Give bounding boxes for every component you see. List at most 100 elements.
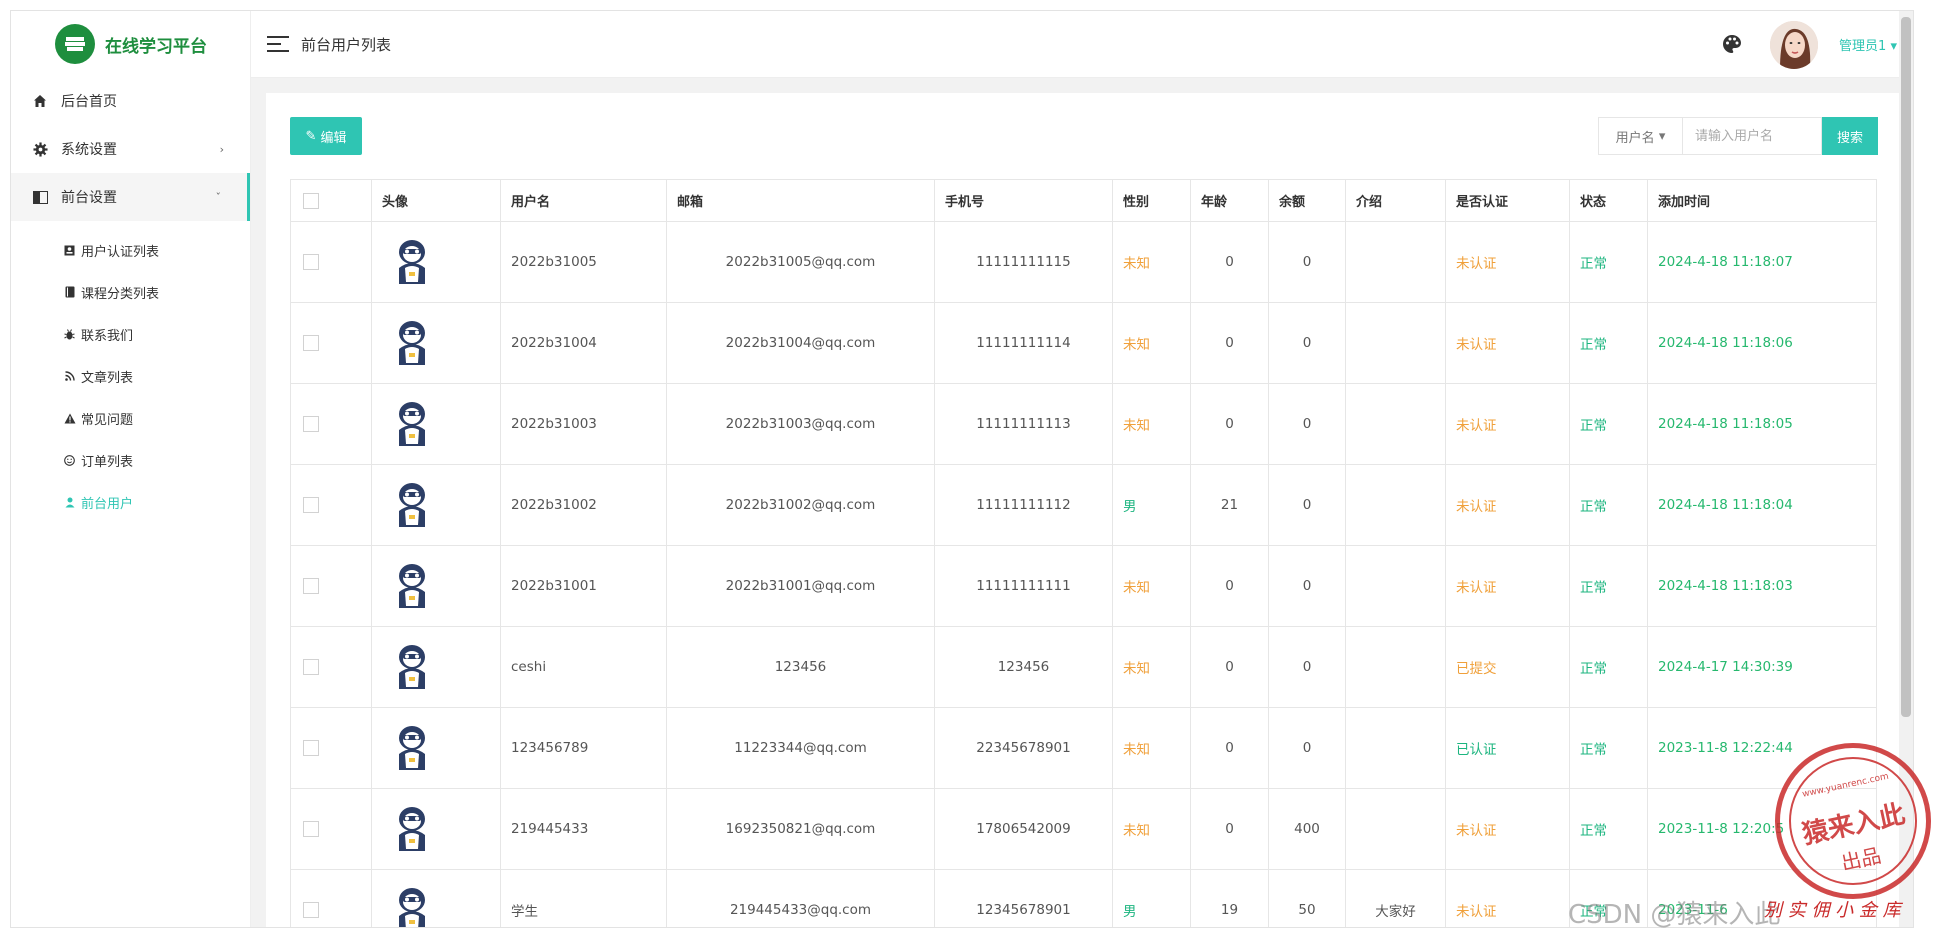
verified-cell: 已提交 — [1445, 626, 1570, 708]
phone-cell: 11111111114 — [934, 302, 1113, 384]
scrollbar-thumb[interactable] — [1901, 17, 1911, 717]
row-checkbox[interactable] — [303, 416, 319, 432]
row-checkbox-cell[interactable] — [290, 707, 372, 789]
table-row[interactable]: 2022b31001 2022b31001@qq.com 11111111111 未知… — [290, 545, 1877, 627]
balance-cell: 0 — [1268, 545, 1346, 627]
monkey-avatar-icon — [372, 562, 500, 610]
row-checkbox[interactable] — [303, 659, 319, 675]
row-checkbox[interactable] — [303, 740, 319, 756]
row-checkbox[interactable] — [303, 578, 319, 594]
sidebar-item-frontend-users[interactable]: 前台用户 — [11, 481, 250, 523]
search-bar: 用户名 ▾ 搜索 — [1598, 117, 1878, 155]
table-row[interactable]: 219445433 1692350821@qq.com 17806542009 未知 0… — [290, 788, 1877, 870]
row-checkbox[interactable] — [303, 902, 319, 918]
username-cell: 123456789 — [500, 707, 667, 789]
search-button[interactable]: 搜索 — [1822, 117, 1878, 155]
table-row[interactable]: 123456789 11223344@qq.com 22345678901 未知 0 0 已… — [290, 707, 1877, 789]
monkey-avatar-icon — [372, 724, 500, 772]
row-checkbox-cell[interactable] — [290, 545, 372, 627]
username-cell: 2022b31002 — [500, 464, 667, 546]
phone-cell: 123456 — [934, 626, 1113, 708]
col-header-intro: 介绍 — [1345, 179, 1446, 222]
username-cell: 2022b31001 — [500, 545, 667, 627]
col-header-username: 用户名 — [500, 179, 667, 222]
gender-cell: 未知 — [1112, 302, 1191, 384]
col-header-email: 邮箱 — [666, 179, 935, 222]
email-cell: 2022b31002@qq.com — [666, 464, 935, 546]
search-type-label: 用户名 — [1615, 130, 1655, 146]
table-row[interactable]: 2022b31003 2022b31003@qq.com 11111111113 未知… — [290, 383, 1877, 465]
gender-cell: 未知 — [1112, 707, 1191, 789]
balance-cell: 0 — [1268, 464, 1346, 546]
app-window: 在线学习平台 后台首页 系统设置 › 前台设置 ˇ 用户认证列表 课程分类列表 … — [10, 10, 1914, 928]
added-time-cell: 2024-4-17 14:30:39 — [1647, 626, 1877, 708]
verified-cell: 未认证 — [1445, 302, 1570, 384]
sidebar-item-frontend-settings[interactable]: 前台设置 ˇ — [11, 173, 250, 221]
phone-cell: 12345678901 — [934, 869, 1113, 927]
table-row[interactable]: 2022b31002 2022b31002@qq.com 11111111112 男 2… — [290, 464, 1877, 546]
age-cell: 0 — [1190, 788, 1269, 870]
monkey-avatar-icon — [372, 400, 500, 448]
verified-cell: 未认证 — [1445, 221, 1570, 303]
username-cell: 2022b31005 — [500, 221, 667, 303]
select-all-checkbox[interactable] — [303, 192, 319, 209]
row-checkbox[interactable] — [303, 497, 319, 513]
email-cell: 2022b31001@qq.com — [666, 545, 935, 627]
phone-cell: 17806542009 — [934, 788, 1113, 870]
sidebar-item-article-list[interactable]: 文章列表 — [11, 355, 250, 397]
verified-cell: 未认证 — [1445, 545, 1570, 627]
logo[interactable]: 在线学习平台 — [11, 11, 250, 77]
admin-menu[interactable]: 管理员1 ▾ — [1839, 35, 1897, 54]
sidebar-item-home[interactable]: 后台首页 — [11, 77, 250, 125]
username-cell: 2022b31003 — [500, 383, 667, 465]
row-checkbox-cell[interactable] — [290, 464, 372, 546]
row-checkbox-cell[interactable] — [290, 383, 372, 465]
sidebar-item-order-list[interactable]: 订单列表 — [11, 439, 250, 481]
row-checkbox[interactable] — [303, 821, 319, 837]
sidebar-item-system-settings[interactable]: 系统设置 › — [11, 125, 250, 173]
table-row[interactable]: 2022b31005 2022b31005@qq.com 11111111115 未知… — [290, 221, 1877, 303]
sidebar-item-label: 常见问题 — [81, 412, 134, 428]
email-cell: 2022b31003@qq.com — [666, 383, 935, 465]
row-checkbox-cell[interactable] — [290, 221, 372, 303]
book-icon — [63, 286, 76, 299]
sidebar-item-label: 后台首页 — [61, 94, 117, 110]
search-input[interactable] — [1682, 117, 1822, 155]
monkey-avatar-icon — [372, 481, 500, 529]
edit-button[interactable]: ✎ 编辑 — [290, 117, 362, 155]
sidebar-item-faq[interactable]: 常见问题 — [11, 397, 250, 439]
palette-icon[interactable] — [1721, 33, 1743, 55]
status-cell: 正常 — [1569, 626, 1648, 708]
verified-cell: 未认证 — [1445, 464, 1570, 546]
monkey-avatar-icon — [372, 238, 500, 286]
sidebar-item-course-category-list[interactable]: 课程分类列表 — [11, 271, 250, 313]
row-checkbox-cell[interactable] — [290, 788, 372, 870]
sidebar-item-user-verify-list[interactable]: 用户认证列表 — [11, 229, 250, 271]
email-cell: 219445433@qq.com — [666, 869, 935, 927]
gender-cell: 未知 — [1112, 626, 1191, 708]
username-cell: ceshi — [500, 626, 667, 708]
row-checkbox[interactable] — [303, 254, 319, 270]
row-checkbox-cell[interactable] — [290, 626, 372, 708]
chevron-right-icon: › — [219, 142, 224, 156]
select-all-checkbox-cell[interactable] — [290, 179, 372, 222]
balance-cell: 0 — [1268, 383, 1346, 465]
status-cell: 正常 — [1569, 221, 1648, 303]
sidebar-item-label: 文章列表 — [81, 370, 134, 386]
username-cell: 2022b31004 — [500, 302, 667, 384]
added-time-cell: 2024-4-18 11:18:03 — [1647, 545, 1877, 627]
row-checkbox-cell[interactable] — [290, 869, 372, 927]
app-title: 在线学习平台 — [105, 36, 207, 57]
sidebar-item-contact-us[interactable]: 联系我们 — [11, 313, 250, 355]
row-checkbox[interactable] — [303, 335, 319, 351]
added-time-cell: 2024-4-18 11:18:07 — [1647, 221, 1877, 303]
avatar-cell — [371, 221, 501, 303]
avatar[interactable] — [1770, 21, 1818, 69]
avatar-cell — [371, 545, 501, 627]
table-row[interactable]: 2022b31004 2022b31004@qq.com 11111111114 未知… — [290, 302, 1877, 384]
col-header-verified: 是否认证 — [1445, 179, 1570, 222]
table-row[interactable]: ceshi 123456 123456 未知 0 0 已提交 正常 2024-4-17 14:3… — [290, 626, 1877, 708]
search-type-select[interactable]: 用户名 ▾ — [1598, 117, 1682, 155]
menu-toggle-icon[interactable] — [267, 36, 289, 52]
row-checkbox-cell[interactable] — [290, 302, 372, 384]
